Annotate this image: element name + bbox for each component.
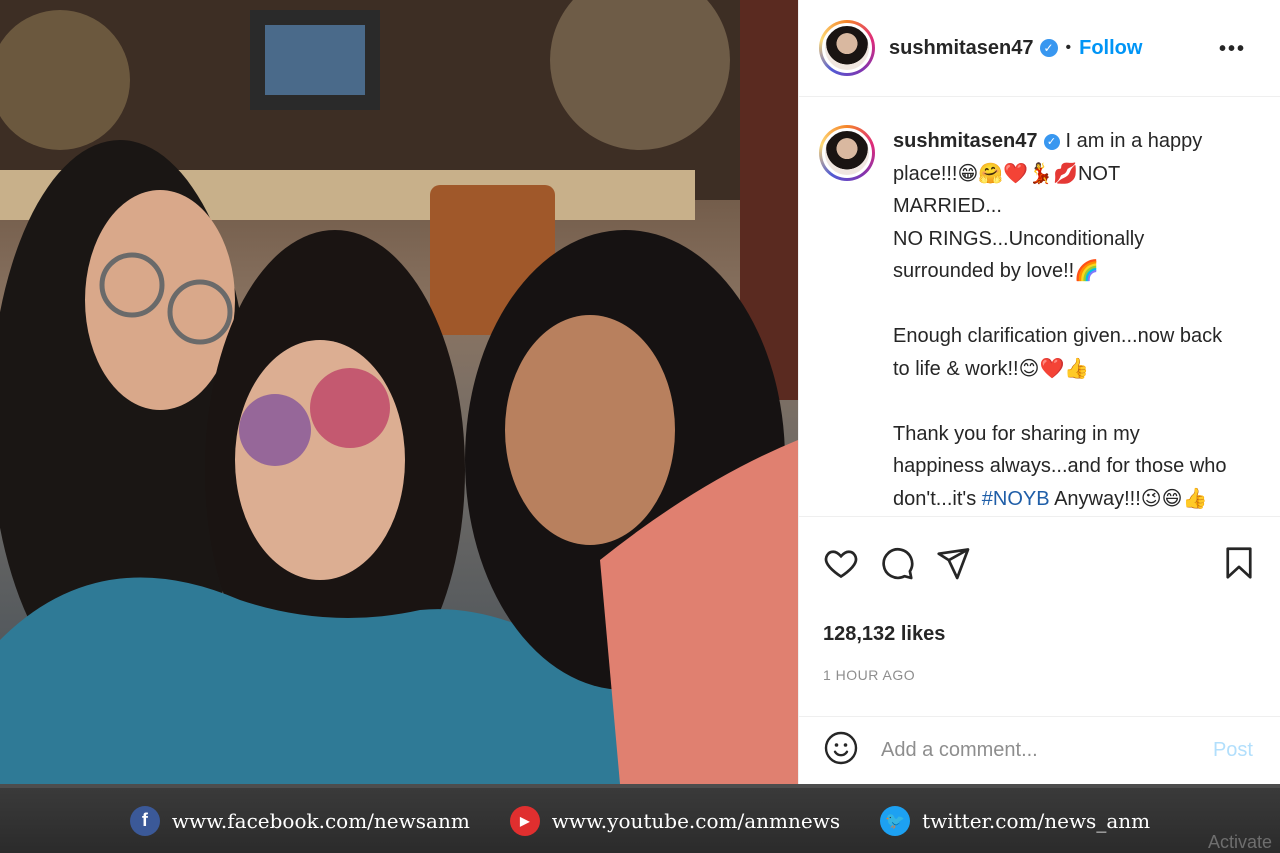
twitter-url: twitter.com/news_anm xyxy=(922,808,1151,833)
likes-count[interactable]: 128,132 likes xyxy=(823,623,945,646)
post-comment-button[interactable]: Post xyxy=(1213,739,1253,762)
verified-badge-icon: ✓ xyxy=(1039,39,1058,57)
social-banner: f www.facebook.com/newsanm ▶ www.youtube… xyxy=(0,784,1280,853)
youtube-link[interactable]: ▶ www.youtube.com/anmnews xyxy=(509,805,841,836)
username-link[interactable]: sushmitasen47 xyxy=(889,37,1034,60)
photo-illustration xyxy=(0,0,798,784)
heart-icon[interactable] xyxy=(823,545,859,586)
separator-dot: • xyxy=(1065,39,1072,56)
facebook-icon: f xyxy=(129,805,160,836)
comment-input[interactable] xyxy=(881,739,1181,762)
caption-line-5: to life & work!!😊❤️👍 xyxy=(893,357,1090,380)
hashtag-link[interactable]: #NOYB xyxy=(982,488,1050,510)
more-options-icon[interactable]: ••• xyxy=(1219,38,1246,61)
twitter-icon: 🐦 xyxy=(880,805,911,836)
caption-line-2: surrounded by love!!🌈 xyxy=(893,260,1100,282)
caption-text: sushmitasen47 ✓ I am in a happy place!!!😁🤗… xyxy=(893,125,1233,516)
caption-avatar[interactable] xyxy=(819,125,875,181)
caption-tail: Anyway!!!😉😄👍 xyxy=(1054,487,1208,510)
post-header: sushmitasen47 ✓ • Follow ••• xyxy=(799,0,1280,97)
caption-line-8: happiness always...and for those who xyxy=(893,455,1227,477)
share-icon[interactable] xyxy=(935,545,971,586)
post-timestamp[interactable]: 1 HOUR AGO xyxy=(823,667,915,683)
caption-line-4: Enough clarification given...now back xyxy=(893,325,1223,347)
avatar-image xyxy=(822,23,872,73)
caption-line-9: don't...it's xyxy=(893,487,977,510)
caption-username[interactable]: sushmitasen47 xyxy=(893,130,1038,152)
avatar[interactable] xyxy=(819,20,875,76)
facebook-url: www.facebook.com/newsanm xyxy=(171,808,470,833)
emoji-icon[interactable] xyxy=(823,730,859,771)
activate-watermark: Activate xyxy=(1207,832,1272,852)
comment-icon[interactable] xyxy=(879,545,915,586)
caption-section: sushmitasen47 ✓ I am in a happy place!!!😁🤗… xyxy=(799,97,1280,517)
caption-avatar-image xyxy=(822,128,872,178)
caption-verified-badge-icon: ✓ xyxy=(1043,133,1060,150)
youtube-url: www.youtube.com/anmnews xyxy=(551,808,841,833)
caption-line-7: Thank you for sharing in my xyxy=(893,422,1140,445)
post-photo[interactable] xyxy=(0,0,798,784)
post-sidebar: sushmitasen47 ✓ • Follow ••• sushmitasen… xyxy=(798,0,1280,784)
facebook-link[interactable]: f www.facebook.com/newsanm xyxy=(129,805,470,836)
twitter-link[interactable]: 🐦 twitter.com/news_anm xyxy=(880,805,1151,836)
caption-line-1: NO RINGS...Unconditionally xyxy=(893,227,1145,250)
youtube-icon: ▶ xyxy=(509,805,540,836)
comment-bar: Post xyxy=(799,716,1280,784)
follow-button[interactable]: Follow xyxy=(1079,37,1142,60)
bookmark-icon[interactable] xyxy=(1221,545,1257,586)
